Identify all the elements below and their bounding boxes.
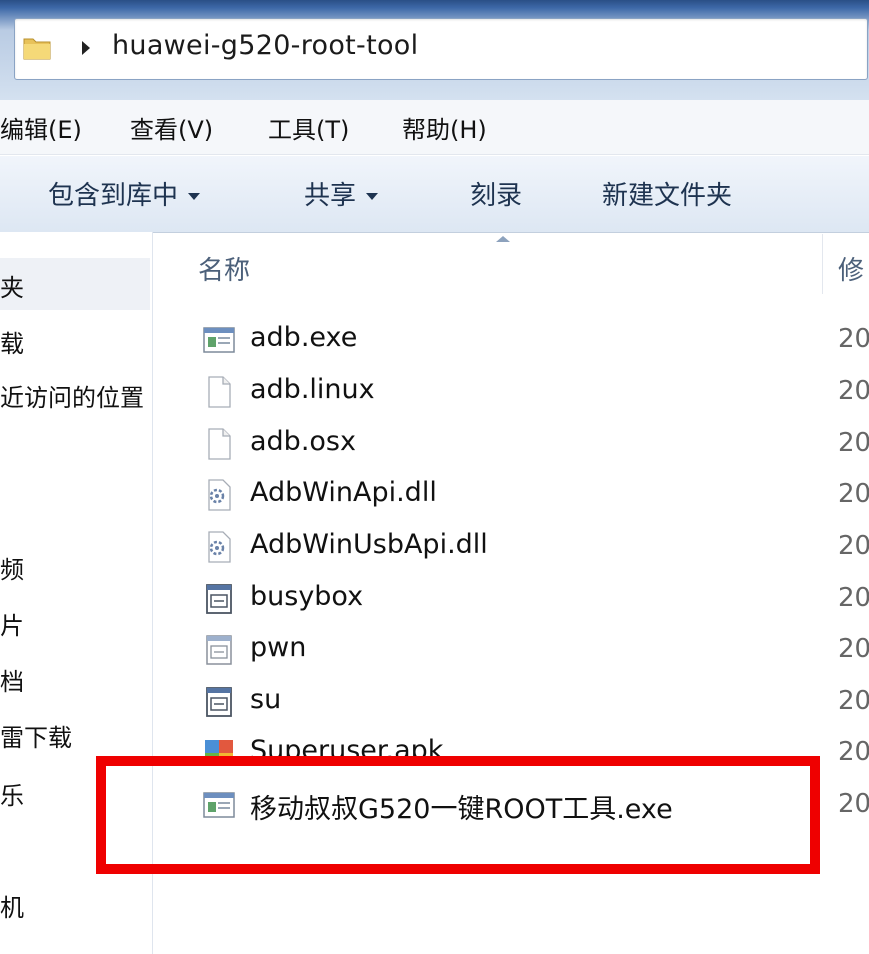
file-name: pwn bbox=[250, 632, 307, 663]
nav-item-thunder-downloads[interactable]: 雷下载 bbox=[0, 718, 72, 753]
file-name: busybox bbox=[250, 581, 364, 612]
menu-view[interactable]: 查看(V) bbox=[130, 110, 213, 145]
file-date: 20 bbox=[838, 324, 869, 354]
blank-file-icon bbox=[208, 428, 231, 460]
nav-item-videos[interactable]: 频 bbox=[0, 550, 24, 585]
chevron-down-icon bbox=[366, 193, 379, 200]
file-row[interactable]: su bbox=[196, 679, 816, 725]
include-in-library-button[interactable]: 包含到库中 bbox=[48, 175, 201, 212]
menu-help[interactable]: 帮助(H) bbox=[402, 110, 487, 145]
file-date: 20 bbox=[838, 479, 869, 509]
file-name: AdbWinApi.dll bbox=[250, 477, 437, 508]
chevron-down-icon bbox=[188, 193, 201, 200]
nav-item-favorites[interactable]: 夹 bbox=[0, 268, 24, 303]
system-file-icon bbox=[206, 584, 232, 614]
nav-item-music[interactable]: 乐 bbox=[0, 776, 24, 811]
file-date: 20 bbox=[838, 428, 869, 458]
nav-item-computer[interactable]: 机 bbox=[0, 888, 24, 923]
file-row[interactable]: adb.osx bbox=[196, 421, 816, 467]
sort-ascending-icon bbox=[496, 236, 510, 242]
exe-icon bbox=[203, 327, 235, 353]
nav-item-pictures[interactable]: 片 bbox=[0, 606, 24, 641]
file-date: 20 bbox=[838, 634, 869, 664]
highlight-box bbox=[96, 756, 820, 874]
new-folder-button[interactable]: 新建文件夹 bbox=[602, 175, 732, 212]
file-name: AdbWinUsbApi.dll bbox=[250, 529, 488, 560]
blank-file-icon bbox=[208, 376, 231, 408]
dll-icon bbox=[208, 531, 231, 563]
file-date: 20 bbox=[838, 531, 869, 561]
file-name: adb.exe bbox=[250, 322, 358, 353]
dll-icon bbox=[208, 479, 231, 511]
file-date: 20 bbox=[838, 737, 869, 767]
file-name: adb.osx bbox=[250, 426, 356, 457]
column-divider[interactable] bbox=[822, 234, 823, 294]
nav-item-downloads[interactable]: 载 bbox=[0, 324, 24, 359]
file-date: 20 bbox=[838, 376, 869, 406]
column-header-modified[interactable]: 修 bbox=[838, 250, 864, 287]
burn-button[interactable]: 刻录 bbox=[470, 175, 522, 212]
address-path[interactable]: huawei-g520-root-tool bbox=[112, 30, 418, 61]
nav-item-documents[interactable]: 档 bbox=[0, 662, 24, 697]
file-row[interactable]: AdbWinApi.dll bbox=[196, 472, 816, 518]
system-file-icon bbox=[206, 635, 232, 665]
file-date: 20 bbox=[838, 686, 869, 716]
file-row[interactable]: AdbWinUsbApi.dll bbox=[196, 524, 816, 570]
file-row[interactable]: adb.linux bbox=[196, 369, 816, 415]
share-button[interactable]: 共享 bbox=[304, 175, 379, 212]
file-name: adb.linux bbox=[250, 374, 375, 405]
file-date: 20 bbox=[838, 789, 869, 819]
file-row[interactable]: busybox bbox=[196, 576, 816, 622]
folder-icon bbox=[23, 38, 51, 60]
file-row[interactable]: pwn bbox=[196, 627, 816, 673]
file-date: 20 bbox=[838, 583, 869, 613]
menu-edit[interactable]: 编辑(E) bbox=[0, 110, 82, 145]
column-header-name[interactable]: 名称 bbox=[198, 250, 250, 287]
breadcrumb-arrow-icon[interactable] bbox=[82, 41, 90, 55]
file-row[interactable]: adb.exe bbox=[196, 317, 816, 363]
nav-item-recent-places[interactable]: 近访问的位置 bbox=[0, 378, 144, 413]
system-file-icon bbox=[206, 687, 232, 717]
include-in-library-label: 包含到库中 bbox=[48, 181, 179, 211]
share-label: 共享 bbox=[304, 181, 357, 211]
menu-tools[interactable]: 工具(T) bbox=[268, 110, 349, 145]
file-name: su bbox=[250, 684, 282, 715]
